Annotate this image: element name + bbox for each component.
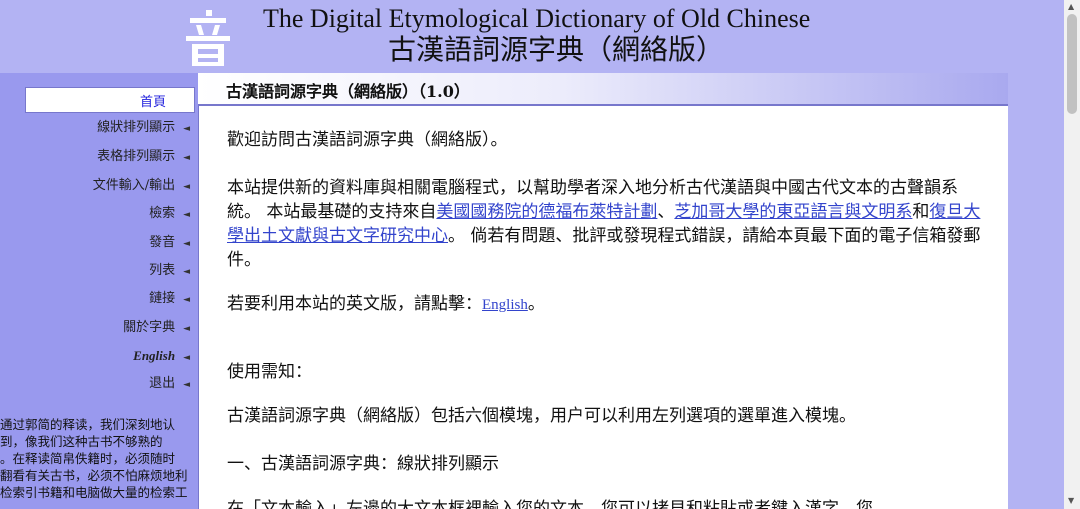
sidebar-item-list[interactable]: 列表 ◄ [149, 260, 190, 282]
scrollbar-thumb[interactable] [1067, 14, 1077, 114]
sidebar-item-home[interactable]: 首頁 [25, 87, 195, 113]
usage-text: 古漢語詞源字典（網絡版）包括六個模塊，用户可以利用左列選項的選單進入模塊。 [227, 406, 856, 426]
english-version-line: 若要利用本站的英文版，請點擊：English。 [227, 294, 545, 314]
main-content: 歡迎訪問古漢語詞源字典（網絡版）。 本站提供新的資料庫與相關電腦程式，以幫助學者… [198, 106, 1008, 509]
vertical-scrollbar[interactable]: ▲ ▼ [1064, 0, 1080, 509]
scroll-up-icon[interactable]: ▲ [1068, 2, 1074, 11]
sidebar-item-search[interactable]: 檢索 ◄ [149, 203, 190, 225]
sidebar-item-table-display[interactable]: 表格排列顯示 ◄ [97, 146, 190, 168]
main-title-bar: 古漢語詞源字典（網絡版）（1.0） [198, 73, 1008, 106]
arrow-left-icon: ◄ [183, 267, 190, 277]
arrow-left-icon: ◄ [183, 380, 190, 390]
section-heading-linear: 一、古漢語詞源字典：線狀排列顯示 [227, 454, 499, 474]
link-fulbright[interactable]: 美國國務院的德福布萊特計劃 [436, 202, 657, 222]
arrow-left-icon: ◄ [183, 124, 190, 134]
arrow-left-icon: ◄ [183, 182, 190, 192]
sidebar-item-file-io[interactable]: 文件輸入/輸出 ◄ [93, 175, 190, 197]
sidebar-item-english[interactable]: English ◄ [133, 345, 190, 367]
link-uchicago[interactable]: 芝加哥大學的東亞語言與文明系 [674, 202, 912, 222]
sidebar-item-about[interactable]: 關於字典 ◄ [123, 317, 190, 339]
sidebar-item-label: 首頁 [139, 95, 166, 110]
right-margin [1008, 73, 1064, 509]
sidebar-item-linear-display[interactable]: 線狀排列顯示 ◄ [97, 117, 190, 139]
link-english[interactable]: English [482, 297, 528, 313]
arrow-left-icon: ◄ [183, 324, 190, 334]
site-header: The Digital Etymological Dictionary of O… [0, 0, 1064, 73]
arrow-left-icon: ◄ [183, 353, 190, 363]
sidebar-nav: 首頁 線狀排列顯示 ◄ 表格排列顯示 ◄ 文件輸入/輸出 ◄ 檢索 ◄ 發音 ◄ 列表 ◄ … [0, 73, 198, 509]
sidebar-item-links[interactable]: 鏈接 ◄ [149, 288, 190, 310]
site-title-english: The Digital Etymological Dictionary of O… [263, 4, 811, 33]
arrow-left-icon: ◄ [183, 295, 190, 305]
welcome-text: 歡迎訪問古漢語詞源字典（網絡版）。 [227, 130, 508, 150]
sidebar-quote: 通过郭简的释读，我们深刻地认 到，像我们这种古书不够熟的 。在释读简帛佚籍时，必… [0, 417, 188, 500]
arrow-left-icon: ◄ [183, 153, 190, 163]
site-title-chinese: 古漢語詞源字典（網絡版） [388, 33, 725, 66]
scroll-down-icon[interactable]: ▼ [1068, 496, 1074, 505]
page-title: 古漢語詞源字典（網絡版）（1.0） [226, 82, 470, 101]
arrow-left-icon: ◄ [183, 210, 190, 220]
usage-heading: 使用需知： [227, 362, 312, 382]
logo-icon [184, 6, 232, 68]
sidebar-item-logout[interactable]: 退出 ◄ [149, 373, 190, 395]
arrow-left-icon: ◄ [183, 239, 190, 249]
section-text-cut: 在「文本輸入」左邊的大文本框裡輸入您的文本，您可以拷貝和粘貼或者鍵入漢字。您 [227, 499, 873, 509]
intro-paragraph: 本站提供新的資料庫與相關電腦程式，以幫助學者深入地分析古代漢語與中國古代文本的古… [227, 178, 981, 270]
sidebar-item-pronunciation[interactable]: 發音 ◄ [149, 232, 190, 254]
